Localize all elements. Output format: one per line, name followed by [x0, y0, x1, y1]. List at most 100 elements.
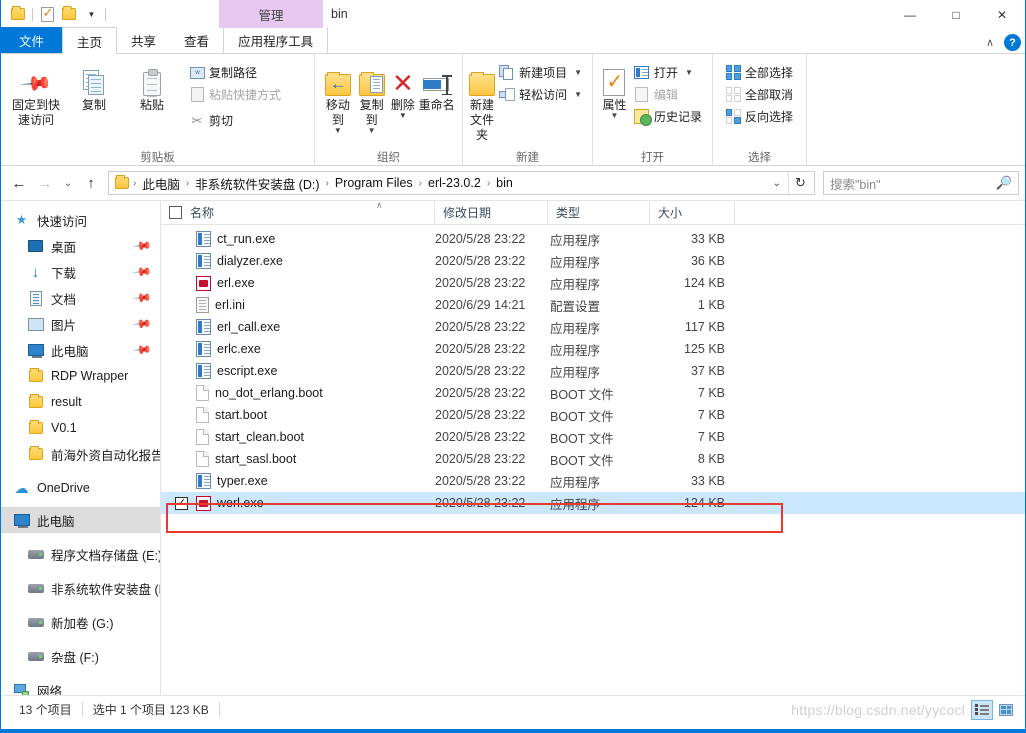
- select-none-button[interactable]: 全部取消: [723, 85, 797, 104]
- sidebar-item-v01[interactable]: V0.1: [1, 415, 160, 441]
- copy-path-button[interactable]: w 复制路径: [187, 63, 285, 82]
- chevron-down-icon[interactable]: ▼: [399, 112, 407, 120]
- column-header-type[interactable]: 类型: [548, 200, 650, 225]
- pin-to-quick-access-button[interactable]: 📌 固定到快 速访问: [7, 58, 65, 128]
- properties-button[interactable]: 属性 ▼: [599, 58, 630, 120]
- breadcrumb-item-drive-d[interactable]: 非系统软件安装盘 (D:): [191, 172, 323, 194]
- sidebar-item-rdp-wrapper[interactable]: RDP Wrapper: [1, 363, 160, 389]
- tab-view[interactable]: 查看: [170, 27, 223, 53]
- pin-icon[interactable]: 📌: [132, 236, 152, 256]
- sidebar-item-desktop[interactable]: 桌面 📌: [1, 233, 160, 259]
- large-icons-view-button[interactable]: [995, 700, 1017, 720]
- table-row-selected[interactable]: ✓ werl.exe 2020/5/28 23:22 应用程序 124 KB: [161, 492, 1025, 514]
- cut-button[interactable]: ✂ 剪切: [187, 111, 285, 130]
- new-item-button[interactable]: 新建项目 ▼: [497, 63, 586, 82]
- breadcrumb-item-erl[interactable]: erl-23.0.2: [424, 174, 485, 192]
- column-header-name[interactable]: 名称: [161, 200, 435, 225]
- sidebar-item-drive-f[interactable]: 杂盘 (F:): [1, 643, 160, 669]
- paste-shortcut-button[interactable]: 粘贴快捷方式: [187, 85, 285, 104]
- edit-button[interactable]: 编辑: [632, 85, 706, 104]
- sidebar-item-result[interactable]: result: [1, 389, 160, 415]
- sidebar-item-documents[interactable]: 文档 📌: [1, 285, 160, 311]
- breadcrumb-separator[interactable]: ›: [417, 178, 424, 189]
- breadcrumb-separator[interactable]: ›: [324, 178, 331, 189]
- folder-icon[interactable]: [7, 3, 29, 25]
- chevron-down-icon[interactable]: ▼: [334, 127, 342, 135]
- chevron-down-icon[interactable]: ⌄: [766, 178, 788, 189]
- table-row[interactable]: erl_call.exe 2020/5/28 23:22 应用程序 117 KB: [161, 316, 1025, 338]
- search-box[interactable]: 搜索"bin" 🔍: [823, 171, 1019, 195]
- sidebar-item-downloads[interactable]: ↓ 下载 📌: [1, 259, 160, 285]
- sidebar-item-this-pc-quick[interactable]: 此电脑 📌: [1, 337, 160, 363]
- search-input[interactable]: 搜索"bin": [830, 174, 996, 193]
- tab-application-tools[interactable]: 应用程序工具: [223, 27, 329, 53]
- open-button[interactable]: 打开 ▼: [632, 63, 706, 82]
- chevron-down-icon[interactable]: ▼: [611, 112, 619, 120]
- new-folder-icon[interactable]: [58, 3, 80, 25]
- delete-button[interactable]: ✕ 删除 ▼: [389, 58, 418, 120]
- table-row[interactable]: typer.exe 2020/5/28 23:22 应用程序 33 KB: [161, 470, 1025, 492]
- table-row[interactable]: erl.exe 2020/5/28 23:22 应用程序 124 KB: [161, 272, 1025, 294]
- easy-access-button[interactable]: 轻松访问 ▼: [497, 85, 586, 104]
- customize-dropdown-icon[interactable]: ▼: [80, 3, 102, 25]
- search-icon[interactable]: 🔍: [996, 175, 1012, 191]
- sidebar-item-network[interactable]: 网络: [1, 677, 160, 695]
- select-all-button[interactable]: 全部选择: [723, 63, 797, 82]
- tab-file[interactable]: 文件: [1, 27, 63, 53]
- breadcrumb-separator[interactable]: ›: [485, 178, 492, 189]
- table-row[interactable]: start.boot 2020/5/28 23:22 BOOT 文件 7 KB: [161, 404, 1025, 426]
- sidebar-item-qianhai-report[interactable]: 前海外资自动化报告: [1, 441, 160, 467]
- table-row[interactable]: ct_run.exe 2020/5/28 23:22 应用程序 33 KB: [161, 228, 1025, 250]
- rename-button[interactable]: 重命名: [417, 58, 456, 113]
- breadcrumb-separator[interactable]: ›: [131, 178, 138, 189]
- pin-icon[interactable]: 📌: [132, 314, 152, 334]
- table-row[interactable]: start_clean.boot 2020/5/28 23:22 BOOT 文件…: [161, 426, 1025, 448]
- address-path-box[interactable]: › 此电脑 › 非系统软件安装盘 (D:) › Program Files › …: [108, 171, 815, 195]
- sidebar-item-drive-d[interactable]: 非系统软件安装盘 (D:): [1, 575, 160, 601]
- invert-selection-button[interactable]: 反向选择: [723, 107, 797, 126]
- new-folder-button[interactable]: 新建 文件夹: [469, 58, 496, 143]
- row-checkbox[interactable]: ✓: [175, 496, 188, 510]
- properties-icon[interactable]: [36, 3, 58, 25]
- select-all-checkbox[interactable]: [169, 206, 182, 219]
- pin-icon[interactable]: 📌: [132, 262, 152, 282]
- pin-icon[interactable]: 📌: [132, 340, 152, 360]
- sidebar-item-pictures[interactable]: 图片 📌: [1, 311, 160, 337]
- back-button[interactable]: ←: [7, 171, 31, 195]
- sidebar-item-quick-access[interactable]: ★ 快速访问: [1, 207, 160, 233]
- chevron-down-icon[interactable]: ▼: [368, 127, 376, 135]
- table-row[interactable]: erl.ini 2020/6/29 14:21 配置设置 1 KB: [161, 294, 1025, 316]
- table-row[interactable]: escript.exe 2020/5/28 23:22 应用程序 37 KB: [161, 360, 1025, 382]
- table-row[interactable]: dialyzer.exe 2020/5/28 23:22 应用程序 36 KB: [161, 250, 1025, 272]
- pin-icon[interactable]: 📌: [132, 288, 152, 308]
- table-row[interactable]: erlc.exe 2020/5/28 23:22 应用程序 125 KB: [161, 338, 1025, 360]
- sidebar-item-onedrive[interactable]: ☁ OneDrive: [1, 475, 160, 501]
- chevron-down-icon[interactable]: ▼: [574, 68, 582, 77]
- breadcrumb-item-program-files[interactable]: Program Files: [331, 174, 417, 192]
- chevron-down-icon[interactable]: ▼: [574, 90, 582, 99]
- details-view-button[interactable]: [971, 699, 993, 720]
- paste-button[interactable]: 粘贴: [123, 58, 181, 113]
- sidebar-item-drive-g[interactable]: 新加卷 (G:): [1, 609, 160, 635]
- breadcrumb-separator[interactable]: ›: [184, 178, 191, 189]
- recent-locations-button[interactable]: ⌄: [59, 171, 77, 195]
- breadcrumb-item-this-pc[interactable]: 此电脑: [138, 172, 184, 194]
- move-to-button[interactable]: 移动到 ▼: [321, 58, 355, 135]
- history-button[interactable]: 历史记录: [632, 107, 706, 126]
- column-header-date-modified[interactable]: 修改日期: [435, 200, 548, 225]
- help-icon[interactable]: ?: [1004, 34, 1021, 51]
- up-button[interactable]: ↑: [79, 171, 103, 195]
- refresh-button[interactable]: ↻: [788, 172, 812, 194]
- table-row[interactable]: start_sasl.boot 2020/5/28 23:22 BOOT 文件 …: [161, 448, 1025, 470]
- maximize-button[interactable]: □: [933, 0, 979, 29]
- copy-to-button[interactable]: 复制到 ▼: [355, 58, 389, 135]
- chevron-up-icon[interactable]: ∧: [986, 36, 994, 49]
- sidebar-item-drive-e[interactable]: 程序文档存储盘 (E:): [1, 541, 160, 567]
- chevron-down-icon[interactable]: ▼: [685, 68, 693, 77]
- sidebar-item-this-pc[interactable]: 此电脑: [1, 507, 160, 533]
- minimize-button[interactable]: —: [887, 0, 933, 29]
- tab-share[interactable]: 共享: [117, 27, 170, 53]
- close-button[interactable]: ✕: [979, 0, 1025, 29]
- copy-button[interactable]: 复制: [65, 58, 123, 113]
- table-row[interactable]: no_dot_erlang.boot 2020/5/28 23:22 BOOT …: [161, 382, 1025, 404]
